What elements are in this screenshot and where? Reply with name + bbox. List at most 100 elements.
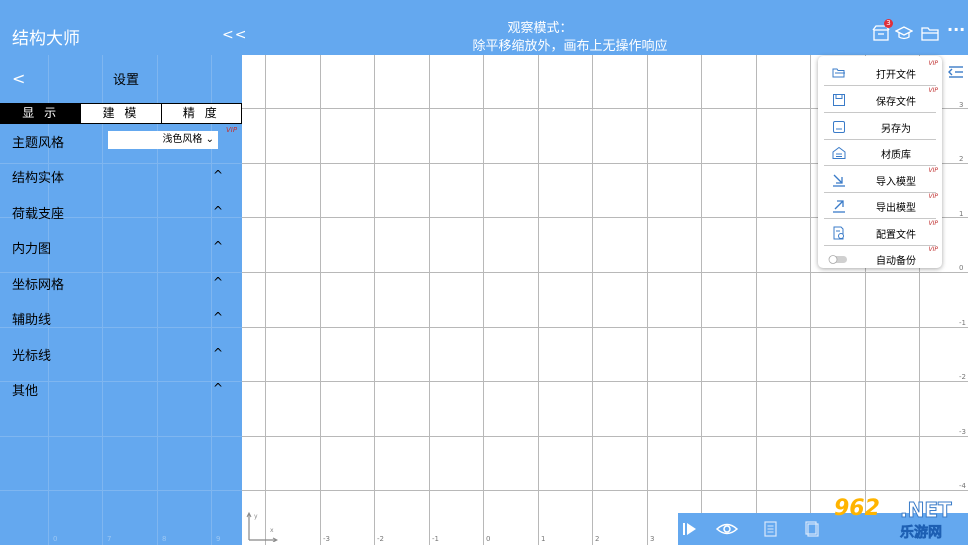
theme-style-select[interactable]: 浅色风格 ⌄ <box>108 131 218 149</box>
menu-item-material-library[interactable]: 材质库 <box>824 140 936 166</box>
vip-badge: VIP <box>226 126 238 134</box>
grid-line <box>242 490 968 491</box>
grid-line <box>374 55 375 545</box>
menu-item-save-file[interactable]: 保存文件 VIP <box>824 87 939 113</box>
vip-badge: VIP <box>928 246 939 253</box>
panel-grid-line <box>157 55 158 545</box>
menu-label: 保存文件 <box>876 97 916 108</box>
row-coordinate-grid[interactable]: 坐标网格 <box>12 274 64 293</box>
tab-precision[interactable]: 精 度 <box>161 104 241 123</box>
x-tick-label: -1 <box>432 535 439 543</box>
panel-tick-label: 7 <box>107 535 112 543</box>
menu-divider <box>824 165 936 166</box>
panel-grid-line <box>211 55 212 545</box>
row-cursor-lines[interactable]: 光标线 <box>12 345 51 364</box>
save-icon <box>833 94 845 106</box>
grid-line <box>265 55 266 545</box>
vip-badge: VIP <box>928 220 939 227</box>
panel-toggle-icon[interactable] <box>948 64 964 80</box>
y-tick-label: -4 <box>959 482 966 490</box>
x-tick-label: 3 <box>650 535 655 543</box>
chevron-up-icon[interactable]: ^ <box>213 346 223 360</box>
row-theme-style: 主题风格 <box>12 136 65 151</box>
panel-grid-line <box>0 436 242 437</box>
axis-indicator-icon: y x <box>246 511 278 542</box>
clipboard-icon[interactable] <box>804 521 822 537</box>
tab-display[interactable]: 显 示 <box>1 104 82 123</box>
chevron-up-icon[interactable]: ^ <box>213 275 223 289</box>
watermark-net: .NET <box>900 498 953 523</box>
site-watermark: 962 .NET 乐游网 <box>830 496 968 545</box>
import-icon <box>833 174 845 187</box>
back-button[interactable]: < <box>12 69 25 88</box>
mode-title: 观察模式： <box>507 21 573 36</box>
menu-item-open-file[interactable]: 打开文件 VIP <box>824 60 938 86</box>
row-load-support[interactable]: 荷载支座 <box>12 203 64 222</box>
x-tick-label: -3 <box>323 535 330 543</box>
x-tick-label: 0 <box>486 535 491 543</box>
panel-grid-line <box>48 55 49 545</box>
menu-label: 材质库 <box>881 150 911 161</box>
watermark-number: 962 <box>834 496 880 521</box>
chevron-up-icon[interactable]: ^ <box>213 239 223 253</box>
graduation-cap-icon[interactable] <box>895 25 913 41</box>
grid-line <box>429 55 430 545</box>
row-other[interactable]: 其他 <box>12 380 38 399</box>
chevron-up-icon[interactable]: ^ <box>213 381 223 395</box>
grid-line <box>592 55 593 545</box>
menu-item-export-model[interactable]: 导出模型 VIP <box>824 193 939 219</box>
panel-tick-label: 8 <box>162 535 167 543</box>
menu-label: 导出模型 <box>876 203 916 214</box>
chevron-up-icon[interactable]: ^ <box>213 310 223 324</box>
grid-line <box>242 381 968 382</box>
row-structure-entity[interactable]: 结构实体 <box>12 167 64 186</box>
panel-tick-label: 0 <box>53 535 58 543</box>
tab-modeling[interactable]: 建 模 <box>81 104 162 123</box>
grid-line <box>242 436 968 437</box>
material-library-icon <box>832 146 846 159</box>
open-folder-icon <box>832 68 845 78</box>
menu-item-save-as[interactable]: 另存为 <box>824 114 936 140</box>
row-internal-force[interactable]: 内力图 <box>12 238 51 257</box>
menu-divider <box>824 85 936 86</box>
y-tick-label: 2 <box>959 155 964 163</box>
grid-line <box>242 327 968 328</box>
menu-item-auto-backup[interactable]: 自动备份 VIP <box>824 246 939 272</box>
panel-grid-line <box>0 272 242 273</box>
collapse-panel-button[interactable]: << <box>222 27 247 43</box>
axis-x-label: x <box>270 527 274 534</box>
menu-item-import-model[interactable]: 导入模型 VIP <box>824 167 939 193</box>
row-guide-lines[interactable]: 辅助线 <box>12 309 51 328</box>
export-icon <box>833 200 845 213</box>
app-title: 结构大师 <box>12 29 80 49</box>
save-as-icon <box>833 121 845 133</box>
panel-grid-line <box>0 490 242 491</box>
more-icon[interactable]: ··· <box>947 20 965 39</box>
menu-label: 配置文件 <box>876 230 916 241</box>
watermark-cn: 乐游网 <box>900 525 943 542</box>
chevron-up-icon[interactable]: ^ <box>213 168 223 182</box>
grid-line <box>756 55 757 545</box>
grid-line <box>647 55 648 545</box>
x-tick-label: -2 <box>377 535 384 543</box>
theme-style-value: 浅色风格 <box>162 134 203 145</box>
grid-line <box>810 55 811 545</box>
y-tick-label: -2 <box>959 373 966 381</box>
menu-item-config-file[interactable]: 配置文件 VIP <box>824 220 939 246</box>
chevron-up-icon[interactable]: ^ <box>213 204 223 218</box>
x-tick-label: 1 <box>541 535 546 543</box>
play-icon[interactable] <box>681 521 699 537</box>
vip-badge: VIP <box>928 167 939 174</box>
folder-icon[interactable] <box>921 25 939 41</box>
vip-badge: VIP <box>928 87 939 94</box>
document-icon[interactable] <box>762 521 780 537</box>
toggle-switch[interactable] <box>828 252 848 266</box>
eye-icon[interactable] <box>716 521 738 537</box>
menu-label: 打开文件 <box>876 70 916 81</box>
y-tick-label: -3 <box>959 428 966 436</box>
panel-grid-line <box>0 163 242 164</box>
y-tick-label: -1 <box>959 319 966 327</box>
vip-badge: VIP <box>928 193 939 200</box>
panel-tick-label: 9 <box>216 535 221 543</box>
menu-label: 另存为 <box>881 124 911 135</box>
